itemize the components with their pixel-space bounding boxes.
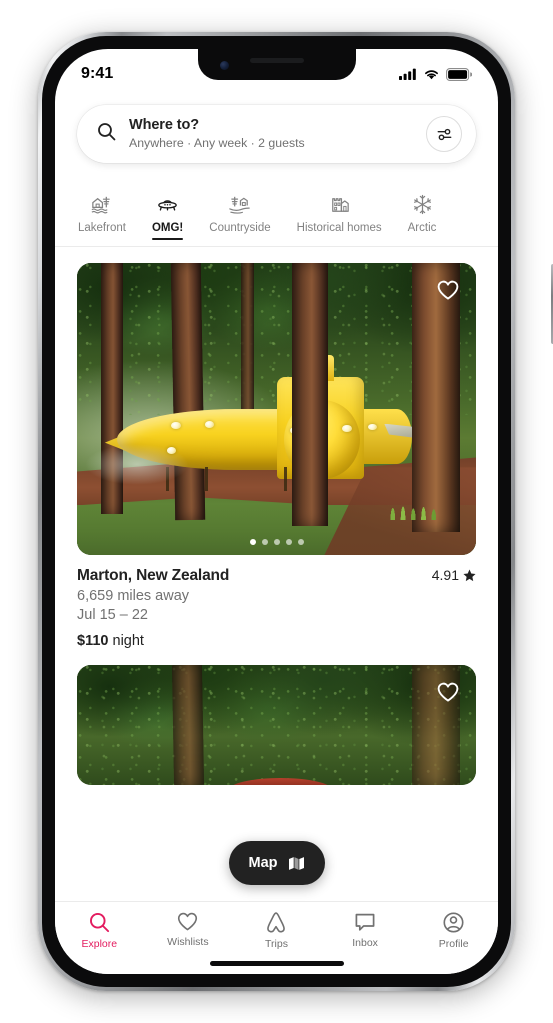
tab-label: Lakefront [78, 222, 126, 234]
carousel-dot[interactable] [250, 539, 256, 545]
nav-label: Explore [81, 938, 117, 950]
message-icon [354, 911, 376, 933]
display-notch [198, 49, 356, 80]
phone-bezel: 9:41 [42, 36, 511, 987]
nav-item-wishlists[interactable]: Wishlists [144, 911, 233, 948]
phone-screen: 9:41 [55, 49, 498, 974]
listing-distance: 6,659 miles away [77, 588, 476, 604]
carousel-dot[interactable] [274, 539, 280, 545]
tab-label: Arctic [408, 222, 437, 234]
status-icons [399, 68, 472, 81]
listing-rating: 4.91 [432, 567, 476, 583]
nav-label: Wishlists [167, 936, 208, 948]
map-button-label: Map [249, 855, 278, 871]
listing-card[interactable] [55, 649, 498, 785]
price-unit: night [113, 633, 144, 649]
listing-location: Marton, New Zealand [77, 567, 229, 585]
wifi-icon [423, 68, 440, 80]
tab-label: OMG! [152, 222, 183, 234]
tab-label: Historical homes [297, 222, 382, 234]
home-indicator[interactable] [210, 961, 344, 966]
map-icon [288, 856, 305, 871]
nav-item-trips[interactable]: Trips [232, 911, 321, 950]
listing-photo[interactable] [77, 665, 476, 785]
filter-button[interactable] [426, 116, 462, 152]
save-to-wishlist-button[interactable] [434, 276, 462, 304]
listing-title-row: Marton, New Zealand 4.91 [77, 567, 476, 585]
heart-icon [176, 911, 199, 932]
airbnb-icon [265, 911, 287, 934]
listing-details: Marton, New Zealand 4.91 6,659 miles awa… [77, 555, 476, 649]
lakefront-icon [89, 191, 114, 217]
carousel-dot[interactable] [298, 539, 304, 545]
status-time: 9:41 [81, 65, 113, 83]
nav-item-explore[interactable]: Explore [55, 911, 144, 950]
listing-price: $110 night [77, 633, 476, 649]
tab-arctic[interactable]: Arctic [395, 189, 450, 234]
heart-icon [436, 279, 460, 301]
earpiece-speaker-icon [250, 58, 304, 63]
carousel-dot[interactable] [262, 539, 268, 545]
save-to-wishlist-button[interactable] [434, 678, 462, 706]
photo-scene [77, 665, 476, 785]
photo-scene [77, 263, 476, 555]
photo-carousel-dots[interactable] [250, 539, 304, 545]
star-icon [463, 569, 476, 582]
tab-omg[interactable]: OMG! [139, 189, 196, 234]
nav-label: Trips [265, 938, 288, 950]
countryside-icon [227, 191, 252, 217]
tab-lakefront[interactable]: Lakefront [65, 189, 139, 234]
search-icon [88, 911, 111, 934]
tab-label: Countryside [209, 222, 270, 234]
category-tabs[interactable]: Lakefront [55, 189, 498, 247]
listing-photo[interactable] [77, 263, 476, 555]
cellular-signal-icon [399, 68, 417, 80]
front-camera-icon [220, 61, 229, 70]
carousel-dot[interactable] [286, 539, 292, 545]
nav-label: Inbox [352, 937, 378, 949]
search-text-group: Where to? Anywhere · Any week · 2 guests [129, 116, 426, 152]
tab-countryside[interactable]: Countryside [196, 189, 283, 234]
listings-feed[interactable]: Marton, New Zealand 4.91 6,659 miles awa… [55, 247, 498, 901]
castle-icon [327, 191, 352, 217]
listing-card[interactable]: Marton, New Zealand 4.91 6,659 miles awa… [55, 247, 498, 649]
filter-sliders-icon [437, 127, 452, 142]
search-title: Where to? [129, 116, 426, 134]
battery-icon [446, 68, 472, 81]
heart-icon [436, 681, 460, 703]
price-amount: $110 [77, 633, 108, 649]
rating-value: 4.91 [432, 567, 459, 583]
nav-item-inbox[interactable]: Inbox [321, 911, 410, 949]
search-icon [97, 122, 116, 146]
snowflake-icon [410, 191, 435, 217]
tab-historical-homes[interactable]: Historical homes [284, 189, 395, 234]
listing-dates: Jul 15 – 22 [77, 607, 476, 623]
map-toggle-button[interactable]: Map [229, 841, 325, 885]
search-subtitle: Anywhere · Any week · 2 guests [129, 135, 426, 152]
search-bar[interactable]: Where to? Anywhere · Any week · 2 guests [77, 105, 476, 163]
phone-device-frame: 9:41 [38, 32, 515, 991]
nav-item-profile[interactable]: Profile [409, 911, 498, 950]
account-icon [442, 911, 465, 934]
nav-label: Profile [439, 938, 469, 950]
search-bar-container: Where to? Anywhere · Any week · 2 guests [55, 105, 498, 163]
ufo-icon [155, 191, 180, 217]
